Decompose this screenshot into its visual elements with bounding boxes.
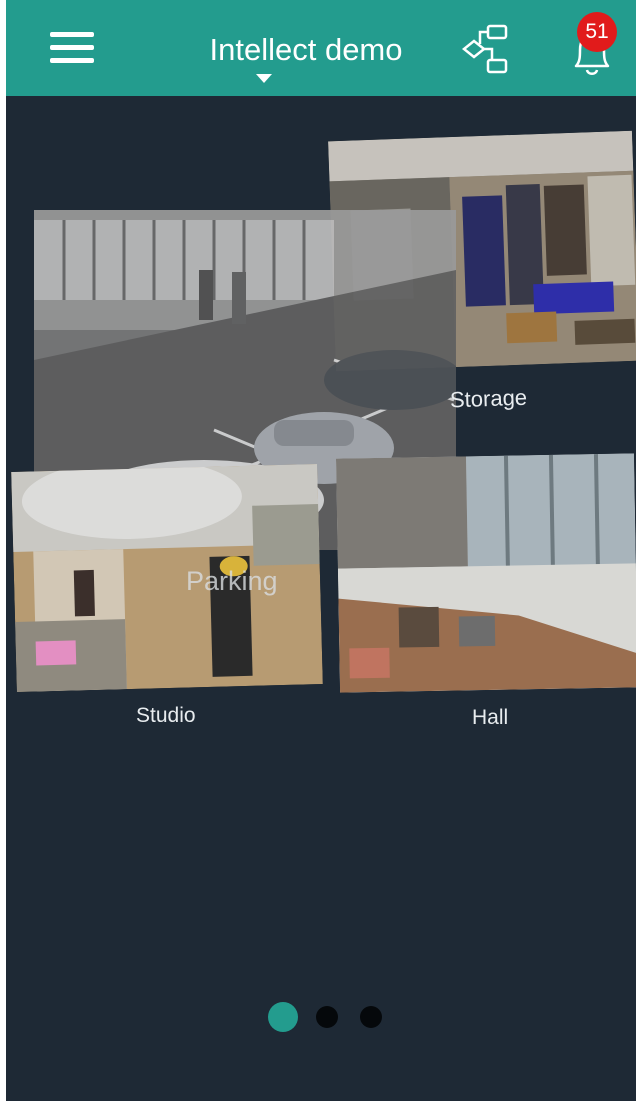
- page-indicator: [268, 1000, 398, 1036]
- page-dot-3[interactable]: [360, 1006, 382, 1028]
- caret-down-icon: [256, 74, 272, 83]
- map-scheme-icon[interactable]: [458, 22, 514, 78]
- camera-label-parking: Parking: [186, 566, 278, 596]
- hamburger-menu-icon[interactable]: [50, 28, 96, 68]
- camera-label-studio: Studio: [136, 704, 196, 727]
- camera-label-storage: Storage: [449, 384, 528, 413]
- app-screen: Intellect demo 51 Storage Parking Studio…: [0, 0, 636, 1101]
- camera-layout-area: Storage Parking Studio Hall: [6, 96, 636, 1101]
- app-title: Intellect demo: [209, 32, 403, 67]
- camera-tile-hall[interactable]: [335, 453, 636, 693]
- page-dot-1[interactable]: [268, 1002, 298, 1032]
- notification-badge: 51: [577, 12, 617, 52]
- camera-label-hall: Hall: [472, 706, 509, 729]
- server-selector[interactable]: Intellect demo: [176, 22, 436, 88]
- top-bar: Intellect demo: [6, 0, 636, 96]
- page-dot-2[interactable]: [316, 1006, 338, 1028]
